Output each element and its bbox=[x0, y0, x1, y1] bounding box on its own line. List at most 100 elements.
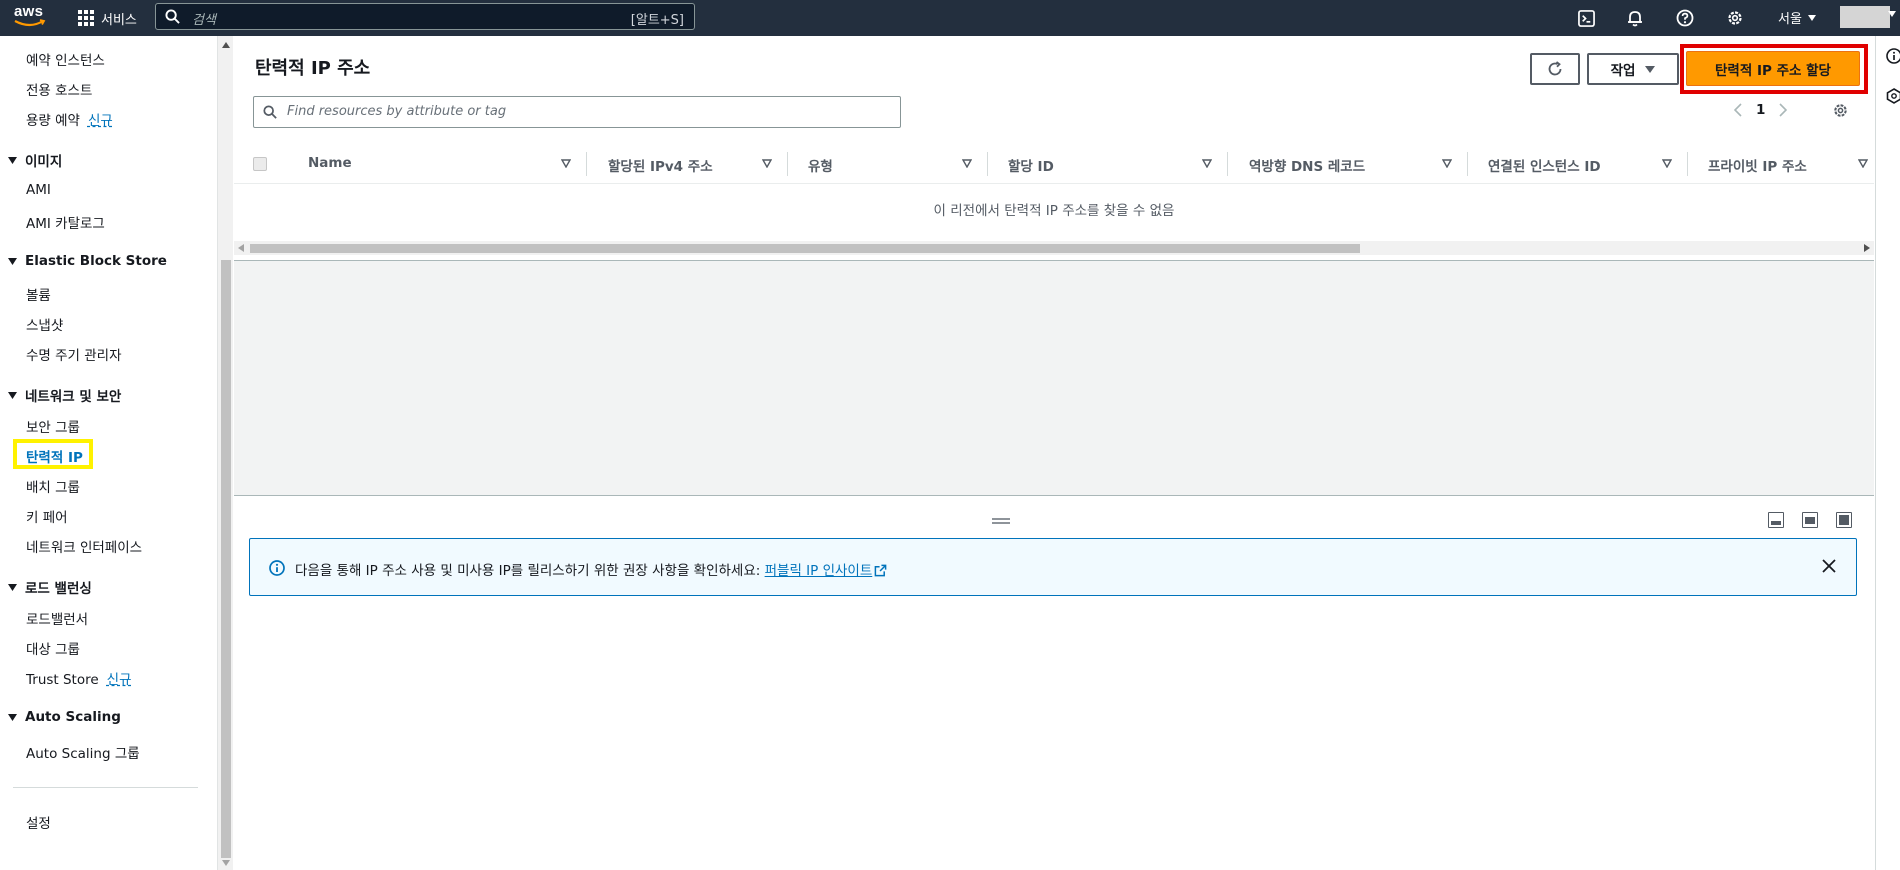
column-header-private-ip[interactable]: 프라이빗 IP 주소 bbox=[1708, 155, 1807, 175]
sidebar-item-elastic-ip[interactable]: 탄력적 IP bbox=[26, 446, 83, 466]
scroll-left-icon[interactable] bbox=[238, 244, 244, 252]
sidebar-item-capacity-reservations[interactable]: 용량 예약 신규 bbox=[26, 109, 113, 129]
column-separator[interactable] bbox=[787, 152, 788, 176]
sidebar-section-images[interactable]: 이미지 bbox=[8, 150, 62, 170]
table-preferences-gear-icon[interactable] bbox=[1832, 102, 1849, 119]
sidebar-item-key-pairs[interactable]: 키 페어 bbox=[26, 506, 68, 526]
info-panel-icon[interactable] bbox=[1886, 48, 1900, 64]
caret-down-icon bbox=[8, 257, 17, 265]
sidebar-item-label: 키 페어 bbox=[26, 510, 68, 526]
sort-icon[interactable] bbox=[1858, 159, 1868, 168]
filter-input[interactable]: Find resources by attribute or tag bbox=[253, 96, 901, 128]
table-horizontal-scrollbar[interactable] bbox=[234, 241, 1874, 255]
search-placeholder: 검색 bbox=[192, 13, 216, 28]
help-icon[interactable] bbox=[1672, 5, 1698, 31]
top-navigation: aws 서비스 검색 [알트+S] 서울 bbox=[0, 0, 1900, 36]
column-separator[interactable] bbox=[1467, 152, 1468, 176]
refresh-button[interactable] bbox=[1530, 53, 1580, 85]
sidebar-item-lifecycle-manager[interactable]: 수명 주기 관리자 bbox=[26, 344, 122, 364]
tutorial-panel-icon[interactable] bbox=[1886, 88, 1900, 104]
sidebar-item-label: Trust Store bbox=[26, 672, 99, 688]
sidebar-item-label: 탄력적 IP bbox=[26, 450, 83, 466]
sidebar-item-dedicated-hosts[interactable]: 전용 호스트 bbox=[26, 79, 92, 99]
sidebar-item-volumes[interactable]: 볼륨 bbox=[26, 284, 51, 304]
close-icon[interactable] bbox=[1822, 559, 1836, 573]
sidebar-item-load-balancers[interactable]: 로드밸런서 bbox=[26, 608, 88, 628]
cloudshell-icon[interactable] bbox=[1573, 5, 1599, 31]
horizontal-scroll-thumb[interactable] bbox=[250, 244, 1360, 253]
column-header-name[interactable]: Name bbox=[308, 155, 352, 171]
column-header-allocated-ipv4[interactable]: 할당된 IPv4 주소 bbox=[608, 155, 713, 175]
sidebar-item-target-groups[interactable]: 대상 그룹 bbox=[26, 638, 80, 658]
sidebar-item-settings[interactable]: 설정 bbox=[26, 812, 51, 832]
sidebar-item-label: 볼륨 bbox=[26, 288, 51, 304]
sidebar-item-snapshots[interactable]: 스냅샷 bbox=[26, 314, 63, 334]
column-separator[interactable] bbox=[1227, 152, 1228, 176]
panel-bottom-layout-icon[interactable] bbox=[1768, 512, 1784, 528]
sort-icon[interactable] bbox=[1662, 159, 1672, 168]
sort-icon[interactable] bbox=[1442, 159, 1452, 168]
public-ip-insights-link[interactable]: 퍼블릭 IP 인사이트 bbox=[765, 563, 888, 579]
sidebar-item-auto-scaling-groups[interactable]: Auto Scaling 그룹 bbox=[26, 742, 140, 762]
panel-full-layout-icon[interactable] bbox=[1836, 512, 1852, 528]
sidebar-item-reserved-instances[interactable]: 예약 인스턴스 bbox=[26, 49, 105, 69]
column-separator[interactable] bbox=[987, 152, 988, 176]
actions-dropdown-button[interactable]: 작업 bbox=[1587, 53, 1679, 85]
sidebar-scrollbar[interactable] bbox=[217, 36, 233, 870]
info-icon bbox=[269, 560, 285, 576]
sidebar-item-ami[interactable]: AMI bbox=[26, 182, 51, 198]
scroll-up-icon[interactable] bbox=[222, 42, 230, 48]
right-tools-rail bbox=[1875, 36, 1900, 870]
global-search-input[interactable]: 검색 [알트+S] bbox=[155, 3, 695, 30]
caret-down-icon bbox=[1645, 65, 1656, 73]
sidebar-item-label: 보안 그룹 bbox=[26, 420, 80, 436]
sort-icon[interactable] bbox=[762, 159, 772, 168]
sidebar-item-label: AMI bbox=[26, 182, 51, 198]
sidebar-item-ami-catalog[interactable]: AMI 카탈로그 bbox=[26, 212, 105, 232]
sidebar-scroll-thumb[interactable] bbox=[221, 260, 231, 858]
panel-side-layout-icon[interactable] bbox=[1802, 512, 1818, 528]
scroll-down-icon[interactable] bbox=[222, 860, 230, 866]
next-page-icon[interactable] bbox=[1779, 103, 1788, 117]
aws-logo[interactable]: aws bbox=[14, 3, 46, 31]
notifications-icon[interactable] bbox=[1622, 5, 1648, 31]
sidebar-item-security-groups[interactable]: 보안 그룹 bbox=[26, 416, 80, 436]
external-link-icon bbox=[874, 564, 887, 577]
search-shortcut: [알트+S] bbox=[630, 13, 684, 28]
column-separator[interactable] bbox=[586, 152, 587, 176]
sidebar-item-network-interfaces[interactable]: 네트워크 인터페이스 bbox=[26, 536, 142, 556]
current-page-number[interactable]: 1 bbox=[1756, 102, 1765, 118]
sidebar-section-ebs[interactable]: Elastic Block Store bbox=[8, 253, 167, 269]
column-header-allocation-id[interactable]: 할당 ID bbox=[1008, 155, 1054, 175]
scroll-right-icon[interactable] bbox=[1864, 244, 1870, 252]
sidebar-section-network-security[interactable]: 네트워크 및 보안 bbox=[8, 385, 121, 405]
sort-icon[interactable] bbox=[962, 159, 972, 168]
column-header-instance-id[interactable]: 연결된 인스턴스 ID bbox=[1488, 155, 1601, 175]
panel-resize-handle-icon[interactable] bbox=[992, 517, 1010, 525]
caret-down-icon bbox=[8, 713, 17, 721]
account-menu[interactable] bbox=[1840, 6, 1890, 28]
previous-page-icon[interactable] bbox=[1734, 103, 1742, 117]
services-menu-button[interactable]: 서비스 bbox=[78, 5, 137, 31]
column-header-reverse-dns[interactable]: 역방향 DNS 레코드 bbox=[1249, 155, 1365, 175]
sidebar-section-load-balancing[interactable]: 로드 밸런싱 bbox=[8, 577, 92, 597]
grid-icon bbox=[78, 10, 94, 26]
info-message-text: 다음을 통해 IP 주소 사용 및 미사용 IP를 릴리스하기 위한 권장 사항… bbox=[295, 563, 765, 579]
select-all-checkbox[interactable] bbox=[253, 157, 267, 171]
allocate-elastic-ip-button[interactable]: 탄력적 IP 주소 할당 bbox=[1686, 51, 1860, 86]
section-title: Auto Scaling bbox=[25, 709, 121, 725]
aws-smile-icon bbox=[14, 19, 46, 27]
sidebar-item-trust-store[interactable]: Trust Store 신규 bbox=[26, 668, 132, 688]
sort-icon[interactable] bbox=[561, 159, 571, 168]
settings-icon[interactable] bbox=[1722, 5, 1748, 31]
info-link-label: 퍼블릭 IP 인사이트 bbox=[764, 563, 873, 579]
column-header-type[interactable]: 유형 bbox=[808, 155, 833, 175]
sidebar-section-auto-scaling[interactable]: Auto Scaling bbox=[8, 709, 121, 725]
sidebar-item-placement-groups[interactable]: 배치 그룹 bbox=[26, 476, 80, 496]
sort-icon[interactable] bbox=[1202, 159, 1212, 168]
column-separator[interactable] bbox=[1687, 152, 1688, 176]
sidebar-item-label: 전용 호스트 bbox=[26, 83, 93, 99]
region-selector[interactable]: 서울 bbox=[1778, 8, 1816, 27]
sidebar-item-label: AMI 카탈로그 bbox=[26, 216, 105, 232]
sidebar: 예약 인스턴스 전용 호스트 용량 예약 신규 이미지 AMI AMI 카탈로그 … bbox=[0, 36, 218, 870]
